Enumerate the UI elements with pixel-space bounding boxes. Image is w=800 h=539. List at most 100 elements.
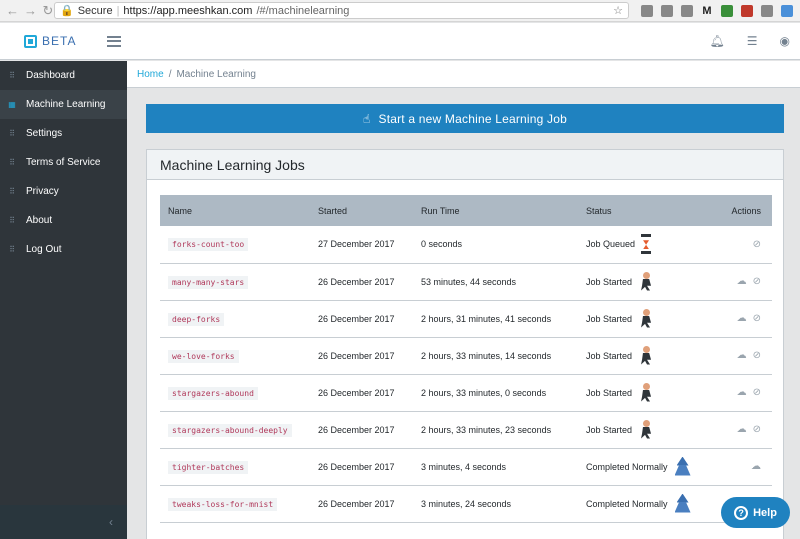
logout-icon: ⠿ — [9, 245, 15, 254]
address-bar[interactable]: 🔒 Secure | https://app.meeshkan.com/#/ma… — [54, 2, 629, 19]
job-status: Completed Normally — [586, 498, 668, 509]
bell-icon[interactable]: 🔔︎ — [710, 34, 725, 48]
cloud-upload-icon[interactable]: ☁ — [751, 461, 761, 472]
job-name-cell: stargazers-abound-deeply — [160, 411, 310, 449]
job-name[interactable]: deep-forks — [168, 312, 225, 326]
jobs-table: Name Started Run Time Status Actions for… — [160, 195, 772, 523]
info-icon: ⠿ — [9, 216, 15, 225]
job-runtime: 0 seconds — [413, 226, 578, 264]
extension-icon[interactable] — [641, 4, 653, 17]
sidebar-item-machine-learning[interactable]: ▦ Machine Learning — [0, 90, 127, 119]
sidebar-item-privacy[interactable]: ⠿ Privacy — [0, 177, 127, 206]
column-header-name[interactable]: Name — [160, 195, 310, 226]
url-separator: | — [116, 4, 120, 17]
start-ml-job-button[interactable]: ☝ Start a new Machine Learning Job — [146, 104, 784, 133]
cancel-icon[interactable]: ⊘ — [753, 350, 761, 361]
job-started: 26 December 2017 — [310, 300, 413, 338]
job-actions: ☁ ⊘ — [698, 411, 772, 449]
sidebar-item-label: Machine Learning — [26, 99, 106, 110]
sidebar: ⠿ Dashboard ▦ Machine Learning ⠿ Setting… — [0, 61, 127, 539]
sidebar-item-terms[interactable]: ⠿ Terms of Service — [0, 148, 127, 177]
extension-icon[interactable] — [721, 4, 733, 17]
cloud-upload-icon[interactable]: ☁ — [737, 387, 747, 398]
job-status: Completed Normally — [586, 461, 668, 472]
job-started: 27 December 2017 — [310, 226, 413, 264]
wizard-icon — [674, 494, 690, 514]
cancel-icon[interactable]: ⊘ — [753, 387, 761, 398]
forward-arrow-icon[interactable]: → — [24, 3, 37, 18]
extension-icon[interactable] — [781, 4, 793, 17]
job-name-cell: tighter-batches — [160, 448, 310, 486]
job-name[interactable]: tweaks-loss-for-mnist — [168, 497, 278, 511]
jobs-table-wrapper: Name Started Run Time Status Actions for… — [160, 195, 772, 523]
back-arrow-icon[interactable]: ← — [6, 3, 19, 18]
app-header: BETA 🔔︎ ☰ ◉ — [0, 23, 800, 60]
job-status-cell: Completed Normally — [578, 448, 698, 486]
hamburger-menu-icon[interactable] — [107, 35, 121, 47]
extension-icon[interactable]: M — [701, 5, 713, 17]
sidebar-item-label: Dashboard — [26, 70, 75, 81]
column-header-started[interactable]: Started — [310, 195, 413, 226]
job-name-cell: many-many-stars — [160, 263, 310, 301]
sidebar-item-settings[interactable]: ⠿ Settings — [0, 119, 127, 148]
dashboard-icon: ⠿ — [9, 71, 15, 80]
header-actions: 🔔︎ ☰ ◉ — [710, 34, 800, 48]
main-content: Home / Machine Learning ☝ Start a new Ma… — [127, 61, 800, 539]
breadcrumb-home[interactable]: Home — [137, 69, 164, 80]
sidebar-item-about[interactable]: ⠿ About — [0, 206, 127, 235]
bookmark-star-icon[interactable]: ☆ — [613, 4, 623, 17]
cloud-upload-icon[interactable]: ☁ — [737, 313, 747, 324]
job-status: Job Queued — [586, 239, 636, 250]
hand-cursor-icon: ☝ — [362, 111, 371, 126]
job-name[interactable]: forks-count-too — [168, 238, 249, 252]
extension-icon[interactable] — [681, 4, 693, 17]
url-path: /#/machinelearning — [256, 4, 350, 17]
table-row: tweaks-loss-for-mnist 26 December 2017 3 m… — [160, 485, 772, 523]
breadcrumb-divider: / — [168, 68, 172, 80]
sidebar-minimize-button[interactable]: ‹ — [0, 505, 127, 539]
extension-icon[interactable] — [741, 4, 753, 17]
job-status: Job Started — [586, 387, 633, 398]
sidebar-item-label: Log Out — [26, 244, 62, 255]
url-host: https://app.meeshkan.com — [123, 4, 253, 17]
sidebar-item-label: About — [26, 215, 53, 226]
table-row: stargazers-abound 26 December 2017 2 hours… — [160, 374, 772, 412]
extension-icon[interactable] — [661, 4, 673, 17]
table-header-row: Name Started Run Time Status Actions — [160, 195, 772, 226]
hourglass-icon — [641, 234, 652, 255]
job-name[interactable]: tighter-batches — [168, 460, 249, 474]
cancel-icon[interactable]: ⊘ — [753, 424, 761, 435]
user-icon[interactable]: ◉ — [780, 34, 790, 48]
extension-icon[interactable] — [761, 4, 773, 17]
help-label: Help — [753, 506, 777, 519]
cancel-icon[interactable]: ⊘ — [753, 239, 761, 250]
extension-icons: M ⋮ — [629, 4, 800, 17]
runner-icon — [638, 308, 654, 329]
job-name[interactable]: stargazers-abound-deeply — [168, 423, 292, 437]
help-button[interactable]: ? Help — [721, 497, 790, 528]
cloud-upload-icon[interactable]: ☁ — [737, 276, 747, 287]
column-header-status[interactable]: Status — [578, 195, 698, 226]
job-actions: ☁ ⊘ — [698, 374, 772, 412]
column-header-runtime[interactable]: Run Time — [413, 195, 578, 226]
list-icon[interactable]: ☰ — [747, 34, 758, 48]
reload-icon[interactable]: ↻ — [42, 3, 54, 19]
job-started: 26 December 2017 — [310, 411, 413, 449]
browser-nav: ← → ↻ — [0, 3, 54, 19]
sidebar-item-logout[interactable]: ⠿ Log Out — [0, 235, 127, 264]
job-name[interactable]: many-many-stars — [168, 275, 249, 289]
jobs-table-body: forks-count-too 27 December 2017 0 seconds… — [160, 226, 772, 523]
cancel-icon[interactable]: ⊘ — [753, 313, 761, 324]
cancel-icon[interactable]: ⊘ — [753, 276, 761, 287]
job-name[interactable]: stargazers-abound — [168, 386, 258, 400]
sidebar-item-dashboard[interactable]: ⠿ Dashboard — [0, 61, 127, 90]
job-name[interactable]: we-love-forks — [168, 349, 239, 363]
table-row: deep-forks 26 December 2017 2 hours, 31 mi… — [160, 300, 772, 338]
job-started: 26 December 2017 — [310, 485, 413, 523]
cloud-upload-icon[interactable]: ☁ — [737, 350, 747, 361]
job-status-cell: Job Started — [578, 411, 698, 449]
job-status-cell: Job Started — [578, 337, 698, 375]
job-runtime: 2 hours, 33 minutes, 14 seconds — [413, 337, 578, 375]
cloud-upload-icon[interactable]: ☁ — [737, 424, 747, 435]
table-row: stargazers-abound-deeply 26 December 2017… — [160, 411, 772, 449]
